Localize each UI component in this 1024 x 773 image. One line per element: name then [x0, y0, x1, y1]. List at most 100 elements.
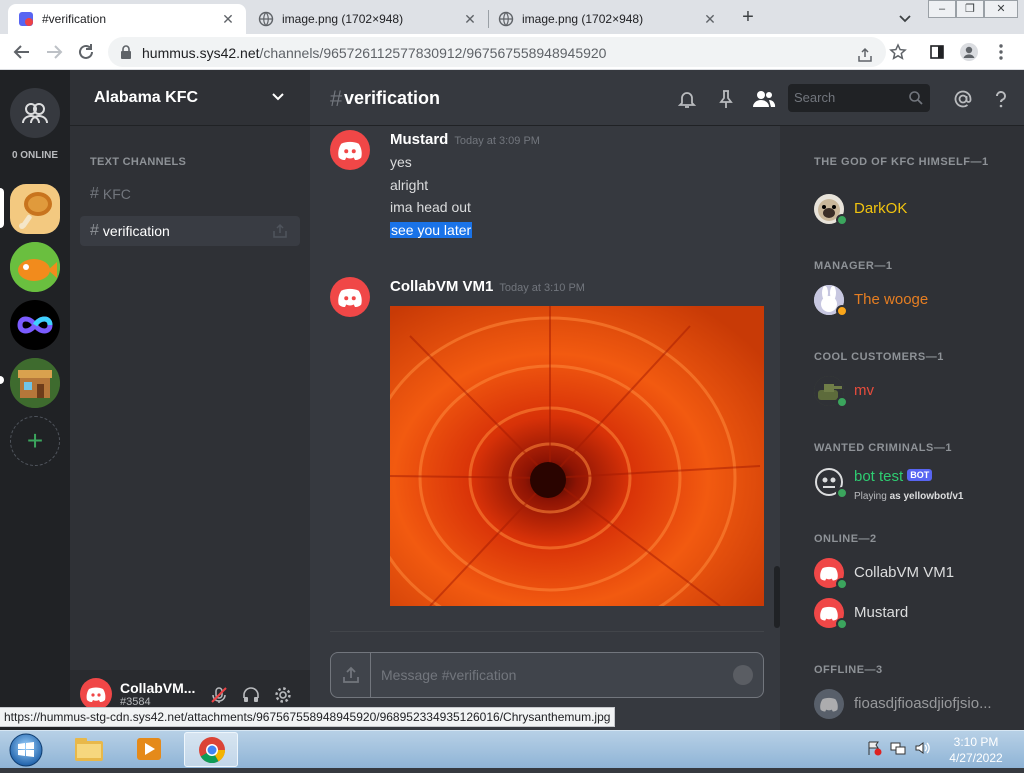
guild-name: Alabama KFC [94, 88, 199, 106]
member-item[interactable]: The wooge [814, 285, 1014, 319]
tab-title: image.png (1702×948) [522, 12, 644, 26]
message-author[interactable]: CollabVM VM1 Today at 3:10 PM [390, 278, 585, 295]
menu-kebab-icon[interactable] [990, 42, 1012, 62]
message-timestamp: Today at 3:10 PM [499, 282, 585, 294]
reload-icon[interactable] [74, 41, 98, 63]
online-status-dot [836, 487, 848, 499]
member-name: bot test BOT [854, 468, 933, 485]
role-header: COOL CUSTOMERS—1 [814, 351, 944, 363]
member-list: THE GOD OF KFC HIMSELF—1 DarkOK MANAGER—… [780, 126, 1024, 730]
member-name: The wooge [854, 291, 929, 308]
author-name: Mustard [390, 131, 449, 148]
channel-sidebar: Alabama KFC TEXT CHANNELS # KFC # verifi… [70, 70, 310, 730]
bell-icon[interactable] [676, 88, 698, 110]
category-text-channels[interactable]: TEXT CHANNELS [90, 156, 186, 168]
chrome-icon [199, 737, 226, 764]
media-player-icon [137, 738, 161, 760]
server-fish[interactable] [10, 242, 60, 292]
share-icon[interactable] [854, 45, 876, 65]
globe-icon [258, 11, 274, 27]
member-item[interactable]: Mustard [814, 598, 1014, 632]
tab-search-chevron-icon[interactable] [895, 8, 915, 28]
member-list-icon[interactable] [752, 88, 776, 110]
status-bar-url: https://hummus-stg-cdn.sys42.net/attachm… [0, 707, 616, 727]
emoji-icon[interactable] [733, 665, 753, 685]
taskbar-chrome-button[interactable] [184, 732, 238, 767]
fish-server-icon [10, 242, 60, 292]
search-input[interactable]: Search [788, 84, 930, 112]
channel-name: KFC [102, 186, 131, 202]
volume-icon[interactable] [914, 740, 930, 756]
flag-alert-icon[interactable] [866, 740, 882, 756]
add-server-button[interactable]: + [10, 416, 60, 466]
mute-microphone-icon[interactable] [204, 680, 234, 710]
clock-time: 3:10 PM [953, 735, 999, 749]
chrysanthemum-flower-image [390, 306, 764, 606]
invite-icon[interactable] [272, 223, 288, 239]
taskbar-explorer-button[interactable] [62, 732, 116, 767]
member-activity: Playing as yellowbot/v1 [854, 491, 964, 502]
maximize-window-button[interactable]: ❐ [956, 0, 984, 18]
divider [330, 631, 764, 632]
message-input[interactable]: Message #verification [330, 652, 764, 698]
network-icon[interactable] [890, 740, 906, 756]
url-text: hummus.sys42.net/channels/96572611257783… [142, 45, 606, 61]
forward-arrow-icon[interactable] [42, 41, 66, 63]
close-tab-icon[interactable]: ✕ [220, 11, 236, 27]
back-arrow-icon[interactable] [10, 41, 34, 63]
gear-icon[interactable] [268, 680, 298, 710]
server-infinity[interactable] [10, 300, 60, 350]
tab-image-2[interactable]: image.png (1702×948) ✕ [488, 4, 728, 34]
message-text: alright [390, 177, 429, 193]
side-panel-icon[interactable] [926, 42, 948, 62]
search-icon [909, 91, 923, 105]
avatar[interactable] [330, 277, 370, 317]
channel-name: verification [102, 223, 170, 239]
role-header: MANAGER—1 [814, 260, 893, 272]
minimize-window-button[interactable]: ‒ [928, 0, 956, 18]
message-author[interactable]: Mustard Today at 3:09 PM [390, 131, 540, 148]
avatar[interactable] [80, 678, 112, 710]
bookmark-star-icon[interactable] [887, 42, 909, 62]
new-tab-button[interactable]: + [736, 6, 760, 30]
tab-verification[interactable]: #verification ✕ [8, 4, 246, 34]
address-bar[interactable]: hummus.sys42.net/channels/96572611257783… [108, 37, 886, 67]
message-placeholder: Message #verification [381, 667, 517, 683]
tab-title: image.png (1702×948) [282, 12, 404, 26]
close-window-button[interactable]: ✕ [984, 0, 1018, 18]
member-item[interactable]: mv [814, 376, 1014, 410]
channel-item-verification[interactable]: # verification [80, 216, 300, 246]
chevron-down-icon [272, 93, 284, 101]
guild-header[interactable]: Alabama KFC [70, 70, 310, 126]
close-tab-icon[interactable]: ✕ [462, 11, 478, 27]
channel-item-kfc[interactable]: # KFC [80, 179, 300, 209]
role-header: THE GOD OF KFC HIMSELF—1 [814, 156, 989, 168]
member-item[interactable]: DarkOK [814, 194, 1014, 228]
pin-icon[interactable] [715, 88, 737, 110]
globe-icon [498, 11, 514, 27]
avatar[interactable] [330, 130, 370, 170]
server-alabama-kfc[interactable] [10, 184, 60, 234]
discord-logo-icon [338, 141, 362, 160]
friends-home-button[interactable] [10, 88, 60, 138]
server-shop[interactable] [10, 358, 60, 408]
close-tab-icon[interactable]: ✕ [702, 11, 718, 27]
headphones-icon[interactable] [236, 680, 266, 710]
tab-image-1[interactable]: image.png (1702×948) ✕ [248, 4, 488, 34]
member-item[interactable]: fioasdjfioasdjiofjsio... [814, 689, 1014, 723]
windows-start-icon[interactable] [6, 733, 46, 767]
upload-button[interactable] [331, 653, 371, 697]
system-clock[interactable]: 3:10 PM 4/27/2022 [936, 734, 1016, 766]
tab-title: #verification [42, 12, 107, 26]
member-item[interactable]: CollabVM VM1 [814, 558, 1014, 592]
profile-avatar-icon[interactable] [958, 42, 980, 62]
taskbar-media-player-button[interactable] [122, 732, 176, 767]
image-attachment[interactable] [390, 306, 764, 606]
mentions-at-icon[interactable] [952, 88, 974, 110]
url-path: /channels/965726112577830912/96756755894… [259, 45, 607, 61]
help-icon[interactable] [990, 88, 1012, 110]
clock-date: 4/27/2022 [949, 751, 1003, 765]
message-text: yes [390, 154, 412, 170]
author-name: CollabVM VM1 [390, 278, 494, 295]
member-item[interactable]: bot test BOT Playing as yellowbot/v1 [814, 467, 1014, 502]
